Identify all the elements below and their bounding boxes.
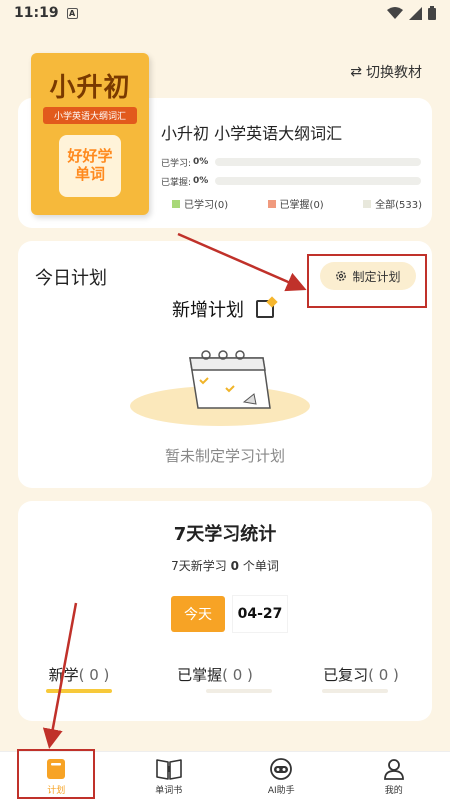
stat-reviewed-bar	[322, 689, 388, 693]
stat-reviewed-value: ( 0 )	[368, 666, 399, 684]
book-cover[interactable]: 小升初 小学英语大纲词汇 好好学 单词	[31, 53, 149, 215]
legend-all-label: 全部(533)	[375, 200, 422, 211]
stat-new-learned[interactable]: 新学( 0 )	[24, 664, 134, 685]
cover-slogan-line-1: 好好学	[67, 147, 113, 165]
battery-icon	[428, 6, 436, 20]
cover-slogan: 好好学 单词	[59, 147, 121, 183]
legend-learned-swatch	[172, 199, 180, 208]
stats-title: 7天学习统计	[173, 524, 277, 545]
book-icon	[155, 758, 182, 780]
stat-new-learned-bar	[46, 689, 112, 693]
cover-slogan-line-2: 单词	[74, 165, 105, 183]
empty-plan-text: 暂未制定学习计划	[164, 447, 285, 465]
edit-icon	[256, 300, 274, 318]
today-plan-title: 今日计划	[35, 268, 107, 289]
mastered-progress: 已掌握: 0%	[161, 174, 421, 188]
nav-profile-label: 我的	[384, 785, 403, 796]
switch-textbook-label: 切换教材	[366, 65, 422, 81]
stat-reviewed-label: 已复习	[323, 666, 369, 684]
legend-mastered-label: 已掌握(0)	[279, 200, 324, 211]
stat-mastered-bar	[206, 689, 272, 693]
legend-learned-label: 已学习(0)	[184, 200, 229, 211]
annotation-box-make-plan	[307, 254, 427, 308]
book-title: 小升初 小学英语大纲词汇	[161, 124, 343, 143]
cover-subtitle: 小学英语大纲词汇	[43, 107, 137, 124]
calendar-illustration	[130, 350, 310, 426]
signal-icon	[409, 6, 422, 20]
mastered-progress-bar	[215, 177, 421, 185]
switch-textbook-button[interactable]: ⇄ 切换教材	[350, 62, 422, 82]
date-selector[interactable]: 04-27	[233, 596, 287, 632]
today-button[interactable]: 今天	[171, 596, 225, 632]
stat-mastered-value: ( 0 )	[222, 666, 253, 684]
person-icon	[383, 758, 404, 780]
status-icons	[387, 6, 436, 20]
mastered-progress-percent: 0%	[193, 176, 209, 186]
robot-icon	[270, 757, 293, 780]
stat-new-learned-label: 新学	[48, 666, 79, 684]
wifi-icon	[387, 6, 403, 19]
annotation-box-nav-plan	[17, 749, 95, 799]
legend-mastered: 已掌握(0)	[267, 196, 324, 211]
legend-all: 全部(533)	[363, 196, 422, 211]
legend-all-swatch	[363, 199, 372, 208]
stats-subtitle-suffix: 个单词	[242, 559, 279, 573]
app-notification-icon: A	[66, 7, 78, 19]
nav-wordbook-label: 单词书	[155, 785, 183, 796]
progress-legend: 已学习(0) 已掌握(0) 全部(533)	[172, 196, 422, 211]
learned-progress-label: 已学习:	[161, 158, 192, 169]
nav-ai-assistant[interactable]: AI助手	[225, 752, 338, 801]
stats-subtitle: 7天新学习 0 个单词	[0, 557, 450, 574]
learned-progress: 已学习: 0%	[161, 155, 421, 169]
swap-icon: ⇄	[350, 64, 362, 80]
stats-subtitle-prefix: 7天新学习	[171, 559, 227, 573]
status-bar: 11:19 A	[0, 0, 450, 26]
mastered-progress-label: 已掌握:	[161, 177, 192, 188]
legend-learned: 已学习(0)	[172, 196, 228, 211]
stats-subtitle-count: 0	[230, 559, 239, 573]
stat-mastered-label: 已掌握	[177, 666, 223, 684]
stat-new-learned-value: ( 0 )	[78, 666, 110, 684]
legend-mastered-swatch	[267, 199, 276, 208]
stat-mastered[interactable]: 已掌握( 0 )	[160, 664, 270, 685]
nav-ai-assistant-label: AI助手	[267, 785, 295, 796]
nav-wordbook[interactable]: 单词书	[113, 752, 226, 801]
new-plan-button[interactable]: 新增计划	[172, 296, 274, 322]
nav-profile[interactable]: 我的	[338, 752, 450, 801]
new-plan-label: 新增计划	[172, 300, 244, 321]
status-time: 11:19	[14, 5, 59, 21]
stat-reviewed[interactable]: 已复习( 0 )	[306, 664, 416, 685]
learned-progress-bar	[215, 158, 421, 166]
cover-title: 小升初	[49, 73, 131, 103]
learned-progress-percent: 0%	[193, 157, 209, 167]
